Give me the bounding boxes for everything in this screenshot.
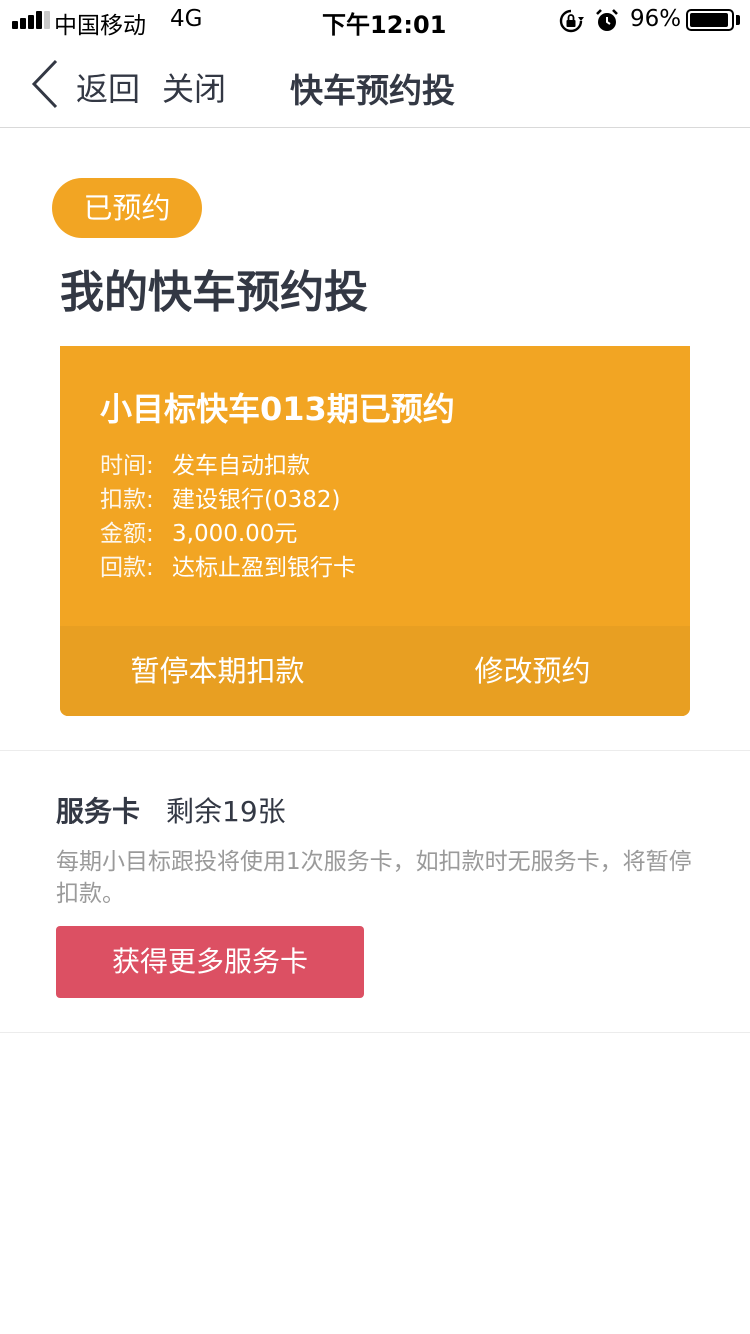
rotation-lock-icon (559, 9, 584, 33)
alarm-icon (596, 9, 618, 31)
service-card-title: 服务卡 (56, 795, 141, 828)
detail-key: 金额: (100, 521, 154, 547)
pause-debit-button[interactable]: 暂停本期扣款 (60, 626, 375, 716)
carrier-name: 中国移动 (54, 13, 146, 39)
close-button[interactable]: 关闭 (162, 64, 226, 110)
divider (0, 750, 750, 751)
detail-value: 达标止盈到银行卡 (172, 555, 356, 581)
detail-key: 回款: (100, 555, 154, 581)
detail-row-time: 时间: 发车自动扣款 (100, 449, 356, 483)
battery-percent: 96% (630, 6, 682, 32)
detail-row-debit: 扣款: 建设银行(0382) (100, 483, 356, 517)
battery-cap (736, 15, 740, 25)
card-actions: 暂停本期扣款 修改预约 (60, 626, 690, 716)
divider (0, 1032, 750, 1033)
detail-value: 3,000.00元 (172, 521, 298, 547)
battery-icon (686, 9, 734, 31)
detail-key: 时间: (100, 453, 154, 479)
detail-key: 扣款: (100, 487, 154, 513)
nav-bar: 返回 关闭 快车预约投 (0, 40, 750, 128)
detail-value: 建设银行(0382) (172, 487, 341, 513)
nav-title: 快车预约投 (290, 71, 455, 110)
battery-level-fill (690, 13, 728, 27)
chevron-left-icon[interactable] (30, 58, 60, 110)
detail-row-amount: 金额: 3,000.00元 (100, 517, 356, 551)
network-type: 4G (170, 6, 203, 32)
status-badge: 已预约 (52, 178, 202, 238)
detail-row-return: 回款: 达标止盈到银行卡 (100, 551, 356, 585)
modify-reservation-button[interactable]: 修改预约 (375, 626, 690, 716)
back-button[interactable]: 返回 (76, 64, 140, 110)
card-details: 时间: 发车自动扣款 扣款: 建设银行(0382) 金额: 3,000.00元 回款:… (100, 449, 356, 585)
get-more-cards-button[interactable]: 获得更多服务卡 (56, 926, 364, 998)
detail-value: 发车自动扣款 (172, 453, 310, 479)
card-title: 小目标快车013期已预约 (100, 390, 455, 428)
status-time: 下午12:01 (322, 11, 447, 39)
service-card-remaining: 剩余19张 (166, 795, 286, 828)
status-bar: 中国移动 4G 下午12:01 96% (0, 0, 750, 40)
reservation-card: 小目标快车013期已预约 时间: 发车自动扣款 扣款: 建设银行(0382) 金额:… (60, 346, 690, 716)
service-card-description: 每期小目标跟投将使用1次服务卡，如扣款时无服务卡，将暂停扣款。 (56, 849, 692, 907)
page-title: 我的快车预约投 (60, 267, 368, 318)
